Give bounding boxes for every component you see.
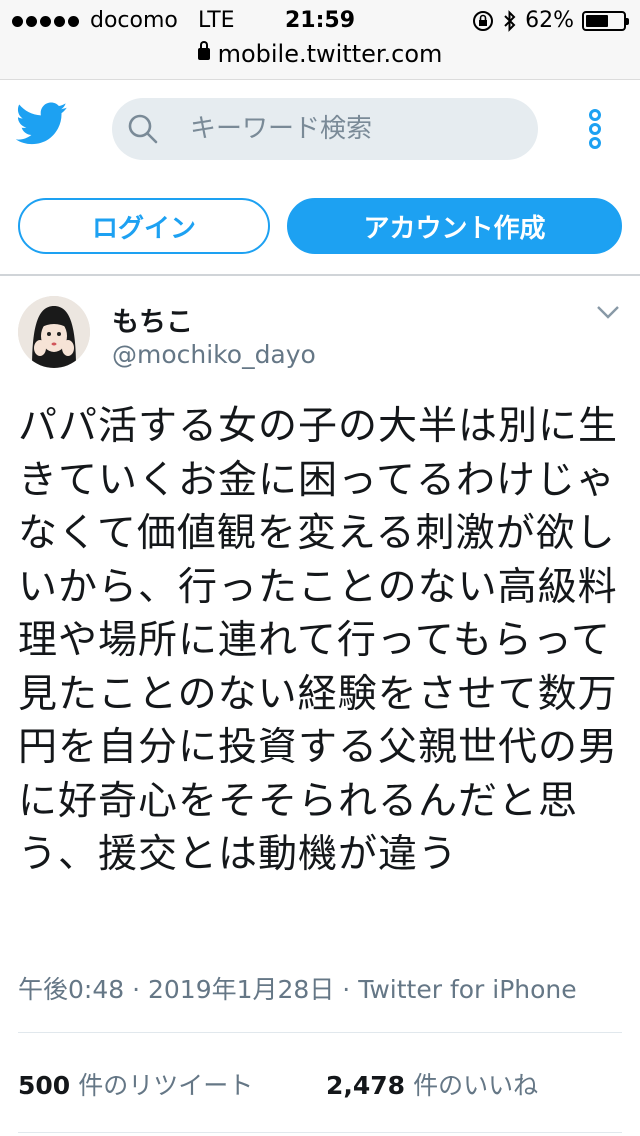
like-stat[interactable]: 2,478 件のいいね: [326, 1066, 538, 1102]
tweet: もちこ @mochiko_dayo パパ活する女の子の大半は別に生きていくお金に…: [0, 276, 640, 1136]
lock-icon: [197, 41, 210, 60]
avatar[interactable]: [18, 296, 90, 368]
tweet-date[interactable]: 2019年1月28日: [148, 975, 334, 1004]
search-input[interactable]: [190, 98, 520, 160]
battery-icon: [582, 10, 629, 31]
battery-fill: [586, 14, 609, 27]
like-label: 件のいいね: [413, 1071, 539, 1100]
tweet-source[interactable]: Twitter for iPhone: [358, 975, 576, 1004]
tweet-meta: 午後0:48 · 2019年1月28日 · Twitter for iPhone: [18, 970, 577, 1006]
tweet-time[interactable]: 午後0:48: [18, 975, 124, 1004]
url-bar[interactable]: mobile.twitter.com: [0, 40, 640, 74]
bluetooth-icon: [504, 9, 516, 32]
divider: [18, 1132, 622, 1133]
retweet-count: 500: [18, 1071, 71, 1100]
retweet-label: 件のリツイート: [78, 1071, 254, 1100]
retweet-stat[interactable]: 500 件のリツイート: [18, 1066, 253, 1102]
battery-percentage: 62%: [525, 8, 574, 33]
search-icon: [128, 114, 158, 144]
like-count: 2,478: [326, 1071, 406, 1100]
display-name[interactable]: もちこ: [112, 300, 193, 339]
status-bar: docomo LTE 21:59 62% mobile.twitter.com: [0, 0, 640, 80]
meta-separator: ·: [342, 975, 359, 1004]
meta-separator: ·: [132, 975, 148, 1004]
search-bar[interactable]: [112, 98, 538, 160]
user-handle[interactable]: @mochiko_dayo: [112, 340, 316, 369]
divider: [18, 1032, 622, 1033]
url-text: mobile.twitter.com: [217, 40, 443, 68]
twitter-bird-icon[interactable]: [16, 102, 68, 146]
more-vertical-icon[interactable]: [582, 108, 608, 150]
login-button[interactable]: ログイン: [18, 198, 270, 254]
chevron-down-icon[interactable]: [596, 304, 620, 320]
signup-button[interactable]: アカウント作成: [287, 198, 622, 254]
rotation-lock-icon: [473, 10, 494, 31]
site-header: ログイン アカウント作成: [0, 80, 640, 276]
tweet-text: パパ活する女の子の大半は別に生きていくお金に困ってるわけじゃなくて価値観を変える…: [18, 404, 619, 877]
